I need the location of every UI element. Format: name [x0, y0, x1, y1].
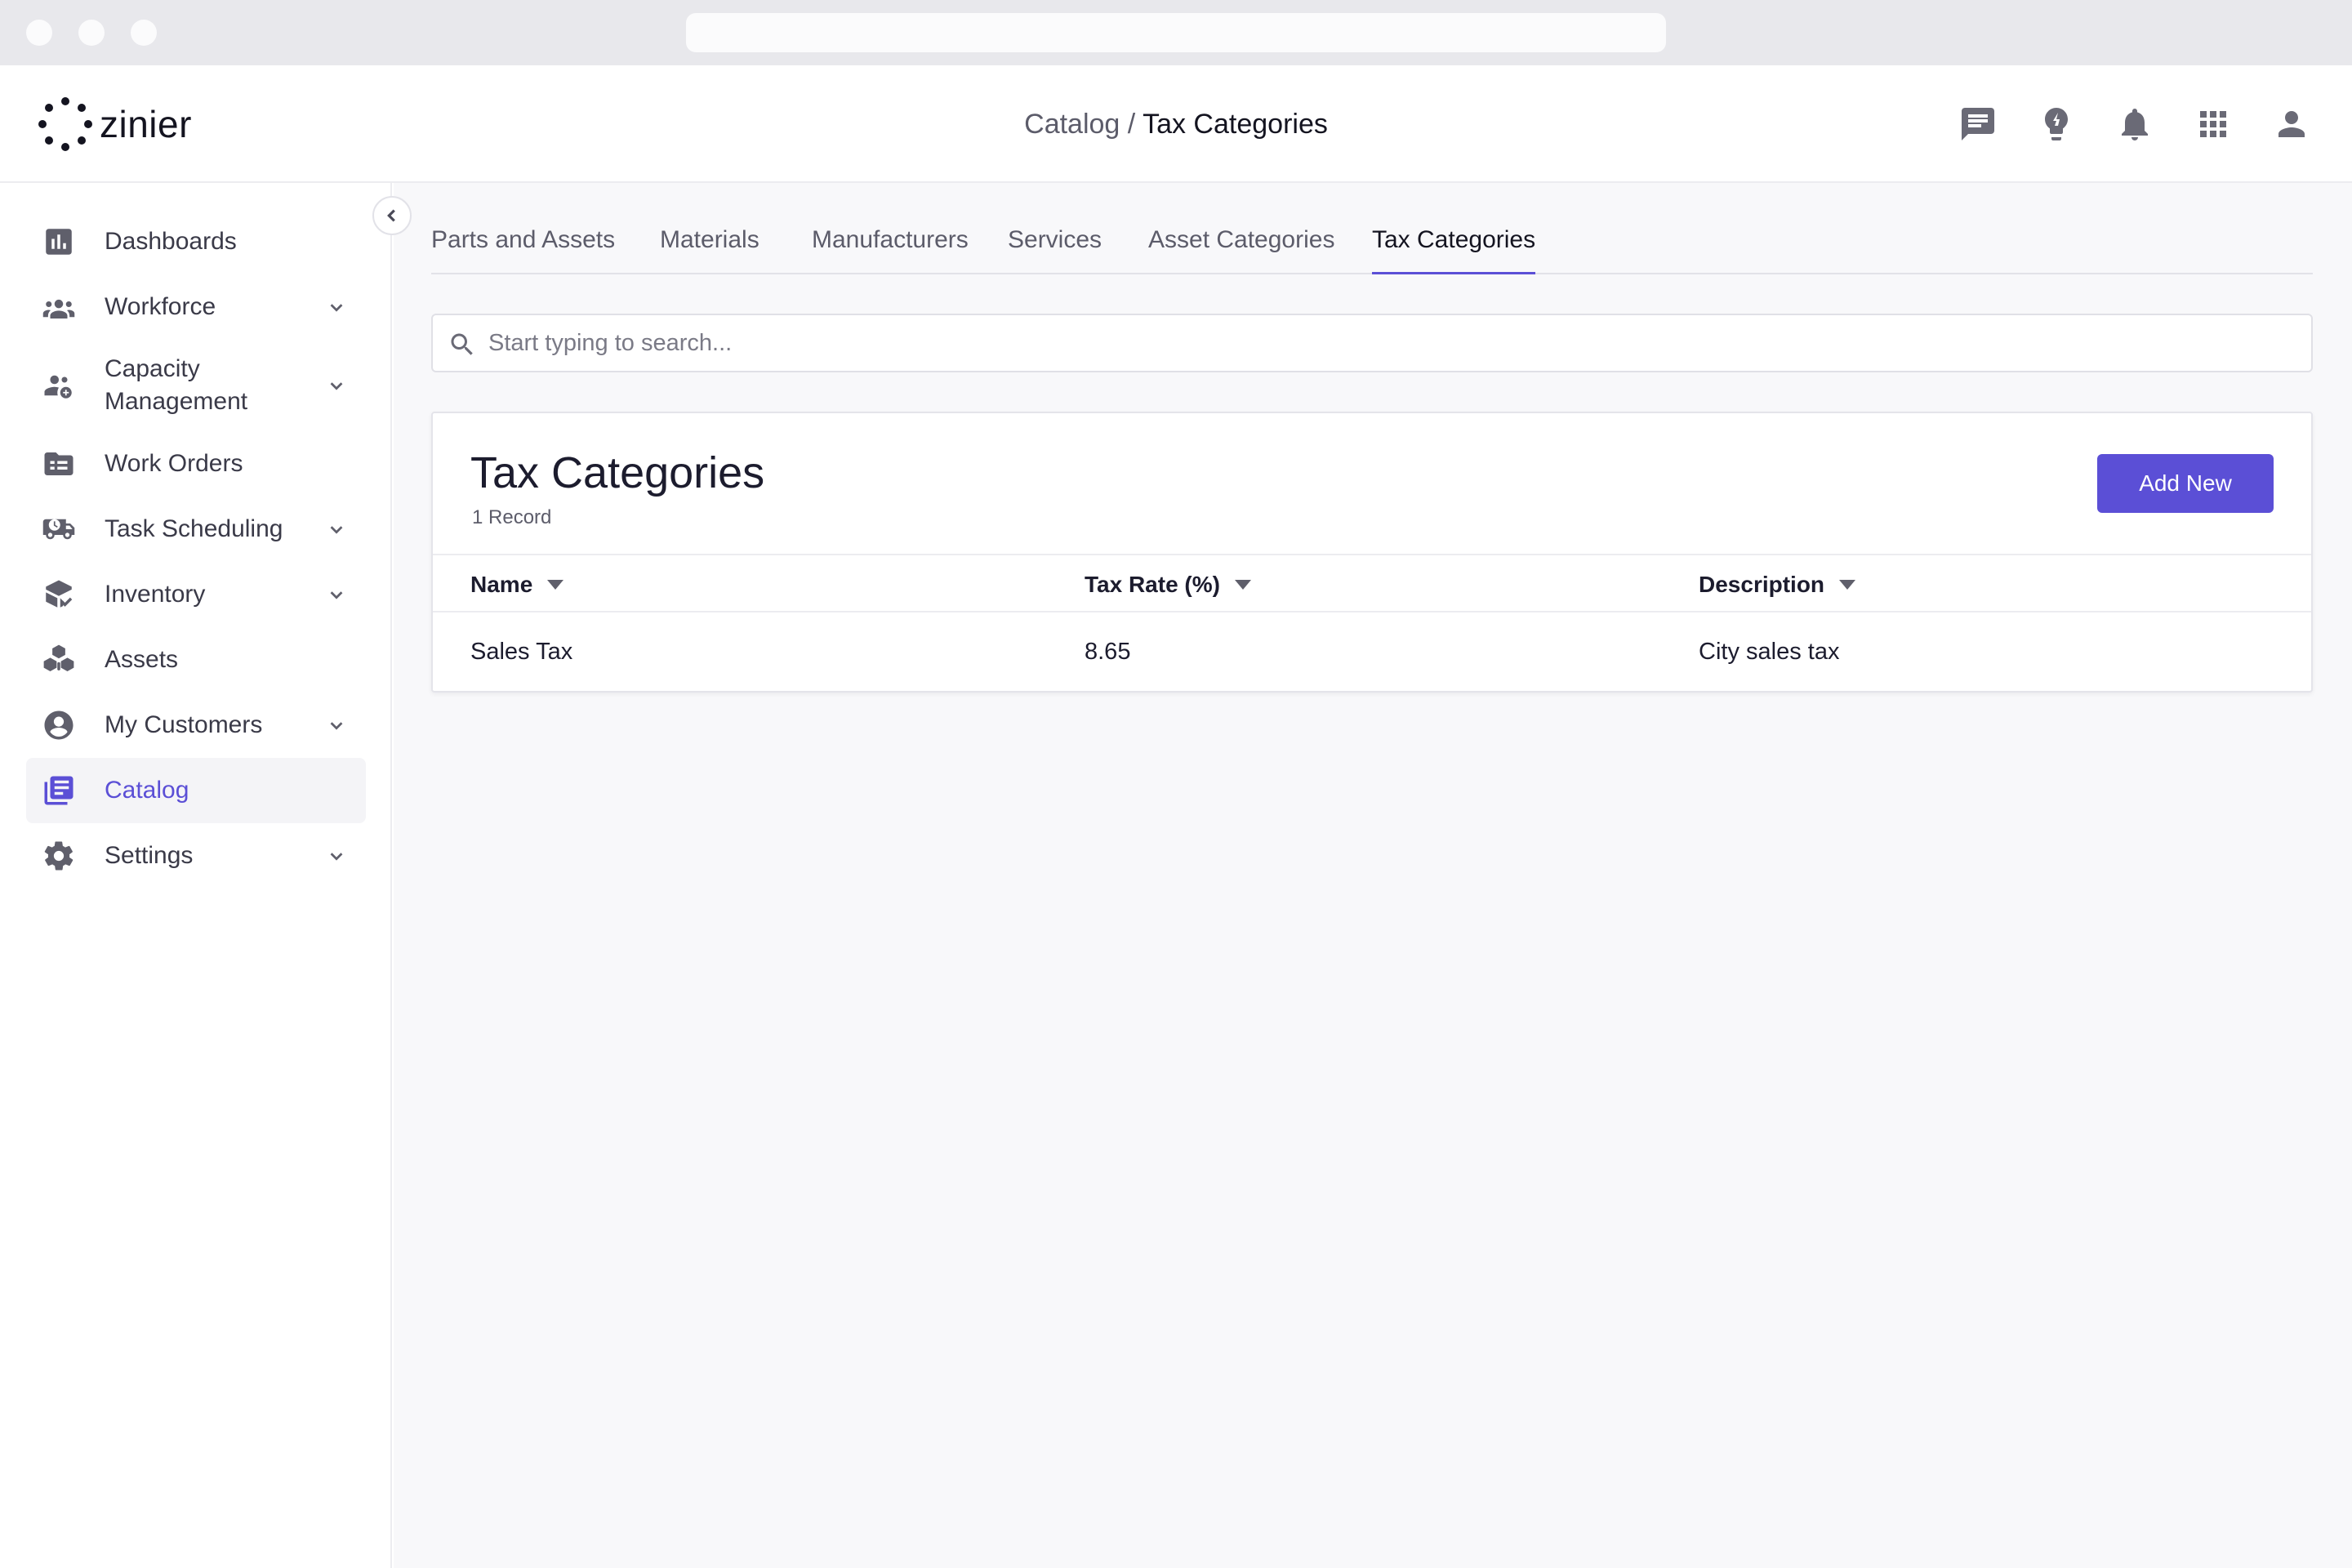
search-box[interactable]	[431, 314, 2313, 372]
sidebar-item-workforce[interactable]: Workforce	[26, 274, 366, 340]
sidebar-item-catalog[interactable]: Catalog	[26, 758, 366, 823]
sidebar-item-work-orders[interactable]: Work Orders	[26, 431, 366, 497]
header-actions	[1924, 100, 2316, 149]
book-icon	[41, 773, 77, 808]
account-circle-icon	[41, 707, 77, 743]
chevron-down-icon[interactable]	[325, 374, 348, 397]
chevron-down-icon[interactable]	[325, 518, 348, 541]
card-title: Tax Categories	[470, 448, 765, 497]
folder-list-icon	[41, 446, 77, 482]
sidebar-item-label: Inventory	[105, 581, 206, 608]
sidebar-item-label: Dashboards	[105, 228, 237, 255]
tab-tax-categories[interactable]: Tax Categories	[1372, 224, 1536, 274]
sidebar-item-label: Task Scheduling	[105, 515, 283, 542]
cubes-icon	[41, 642, 77, 678]
table-header: Name Tax Rate (%) Description	[433, 554, 2311, 612]
truck-clock-icon	[41, 511, 77, 547]
column-header-label: Tax Rate (%)	[1085, 572, 1220, 597]
cell-name: Sales Tax	[470, 638, 573, 665]
sidebar-item-label: Assets	[105, 646, 179, 673]
tab-manufacturers[interactable]: Manufacturers	[812, 224, 969, 274]
address-bar[interactable]	[686, 13, 1666, 52]
window-minimize-dot[interactable]	[78, 20, 105, 46]
sidebar-item-label: Workforce	[105, 293, 216, 320]
people-icon	[41, 289, 77, 325]
cell-tax-rate: 8.65	[1085, 638, 1131, 665]
tax-categories-card: Tax Categories 1 Record Add New Name Tax…	[431, 412, 2313, 693]
column-header-label: Name	[470, 572, 533, 597]
sidebar-item-label: Settings	[105, 842, 194, 869]
browser-toolbar	[0, 0, 2352, 65]
tab-asset-categories[interactable]: Asset Categories	[1148, 224, 1334, 274]
chevron-down-icon[interactable]	[325, 844, 348, 867]
chevron-down-icon[interactable]	[325, 714, 348, 737]
box-check-icon	[41, 577, 77, 612]
sidebar-item-label: Capacity Management	[105, 355, 248, 415]
tab-services[interactable]: Services	[1008, 224, 1102, 274]
sidebar-item-assets[interactable]: Assets	[26, 627, 366, 693]
sidebar-item-dashboards[interactable]: Dashboards	[26, 209, 366, 274]
column-header-description[interactable]: Description	[1699, 555, 1856, 614]
sort-down-icon[interactable]	[1839, 577, 1856, 593]
window-maximize-dot[interactable]	[131, 20, 157, 46]
sidebar-item-label: Catalog	[105, 777, 189, 804]
search-input[interactable]	[488, 325, 2285, 361]
people-add-icon	[41, 368, 77, 403]
breadcrumb-parent[interactable]: Catalog	[1024, 109, 1120, 140]
sidebar-item-label: Work Orders	[105, 450, 243, 477]
bar-chart-icon	[41, 224, 77, 260]
record-count: 1 Record	[472, 506, 552, 528]
column-header-tax-rate[interactable]: Tax Rate (%)	[1085, 555, 1251, 614]
apps-grid-icon[interactable]	[2189, 100, 2238, 149]
sidebar-item-label: My Customers	[105, 711, 263, 738]
window-close-dot[interactable]	[26, 20, 52, 46]
sidebar-item-task-scheduling[interactable]: Task Scheduling	[26, 497, 366, 562]
sidebar: Dashboards Workforce Capacity Management…	[0, 183, 392, 1568]
sort-down-icon[interactable]	[1234, 577, 1251, 593]
breadcrumb-separator: /	[1120, 109, 1143, 140]
sort-down-icon[interactable]	[547, 577, 564, 593]
column-header-name[interactable]: Name	[470, 555, 564, 614]
bell-icon[interactable]	[2110, 100, 2159, 149]
catalog-tabs: Parts and Assets Materials Manufacturers…	[431, 183, 2313, 274]
user-icon[interactable]	[2267, 100, 2316, 149]
lightbulb-icon[interactable]	[2032, 100, 2081, 149]
gear-icon	[41, 838, 77, 874]
main-content: Parts and Assets Materials Manufacturers…	[394, 183, 2352, 1568]
sidebar-item-settings[interactable]: Settings	[26, 823, 366, 889]
tab-materials[interactable]: Materials	[660, 224, 760, 274]
cell-description: City sales tax	[1699, 638, 1840, 665]
chevron-left-icon	[387, 209, 395, 222]
sidebar-item-capacity-management[interactable]: Capacity Management	[26, 343, 366, 428]
add-new-button[interactable]: Add New	[2097, 454, 2274, 513]
column-header-label: Description	[1699, 572, 1825, 597]
table-row[interactable]: Sales Tax 8.65 City sales tax	[433, 612, 2311, 691]
sidebar-collapse-button[interactable]	[372, 196, 412, 235]
sidebar-item-my-customers[interactable]: My Customers	[26, 693, 366, 758]
tab-parts-and-assets[interactable]: Parts and Assets	[431, 224, 615, 274]
chevron-down-icon[interactable]	[325, 583, 348, 606]
breadcrumb-current: Tax Categories	[1143, 109, 1328, 140]
chat-icon[interactable]	[1953, 100, 2002, 149]
chevron-down-icon[interactable]	[325, 296, 348, 318]
sidebar-item-inventory[interactable]: Inventory	[26, 562, 366, 627]
search-icon	[448, 330, 477, 359]
